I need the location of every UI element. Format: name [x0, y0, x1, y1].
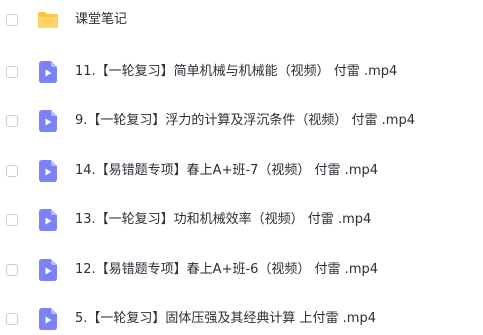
video-file-icon: [37, 61, 59, 83]
list-item-video[interactable]: 5.【一轮复习】固体压强及其经典计算 上付雷 .mp4: [0, 303, 483, 335]
select-checkbox[interactable]: [6, 14, 18, 26]
video-file-icon: [37, 259, 59, 281]
select-checkbox[interactable]: [6, 214, 18, 226]
video-file-icon: [37, 160, 59, 182]
file-name[interactable]: 11.【一轮复习】简单机械与机械能（视频） 付雷 .mp4: [75, 63, 397, 81]
select-checkbox[interactable]: [6, 264, 18, 276]
select-checkbox[interactable]: [6, 115, 18, 127]
select-checkbox[interactable]: [6, 313, 18, 325]
video-file-icon: [37, 209, 59, 231]
list-item-video[interactable]: 9.【一轮复习】浮力的计算及浮沉条件（视频） 付雷 .mp4: [0, 105, 483, 137]
list-item-video[interactable]: 12.【易错题专项】春上A+班-6（视频） 付雷 .mp4: [0, 254, 483, 286]
file-name[interactable]: 12.【易错题专项】春上A+班-6（视频） 付雷 .mp4: [75, 261, 378, 279]
file-name[interactable]: 课堂笔记: [75, 11, 127, 29]
file-name[interactable]: 9.【一轮复习】浮力的计算及浮沉条件（视频） 付雷 .mp4: [75, 112, 415, 130]
file-name[interactable]: 13.【一轮复习】功和机械效率（视频） 付雷 .mp4: [75, 211, 371, 229]
video-file-icon: [37, 308, 59, 330]
file-name[interactable]: 5.【一轮复习】固体压强及其经典计算 上付雷 .mp4: [75, 310, 376, 328]
list-item-folder[interactable]: 课堂笔记: [0, 4, 483, 36]
video-file-icon: [37, 110, 59, 132]
folder-icon: [37, 9, 59, 31]
list-item-video[interactable]: 14.【易错题专项】春上A+班-7（视频） 付雷 .mp4: [0, 155, 483, 187]
select-checkbox[interactable]: [6, 165, 18, 177]
list-item-video[interactable]: 11.【一轮复习】简单机械与机械能（视频） 付雷 .mp4: [0, 56, 483, 88]
file-list: 课堂笔记 11.【一轮复习】简单机械与机械能（视频） 付雷 .mp4 9.【一轮…: [0, 0, 483, 330]
list-item-video[interactable]: 13.【一轮复习】功和机械效率（视频） 付雷 .mp4: [0, 204, 483, 236]
select-checkbox[interactable]: [6, 66, 18, 78]
file-name[interactable]: 14.【易错题专项】春上A+班-7（视频） 付雷 .mp4: [75, 162, 378, 180]
